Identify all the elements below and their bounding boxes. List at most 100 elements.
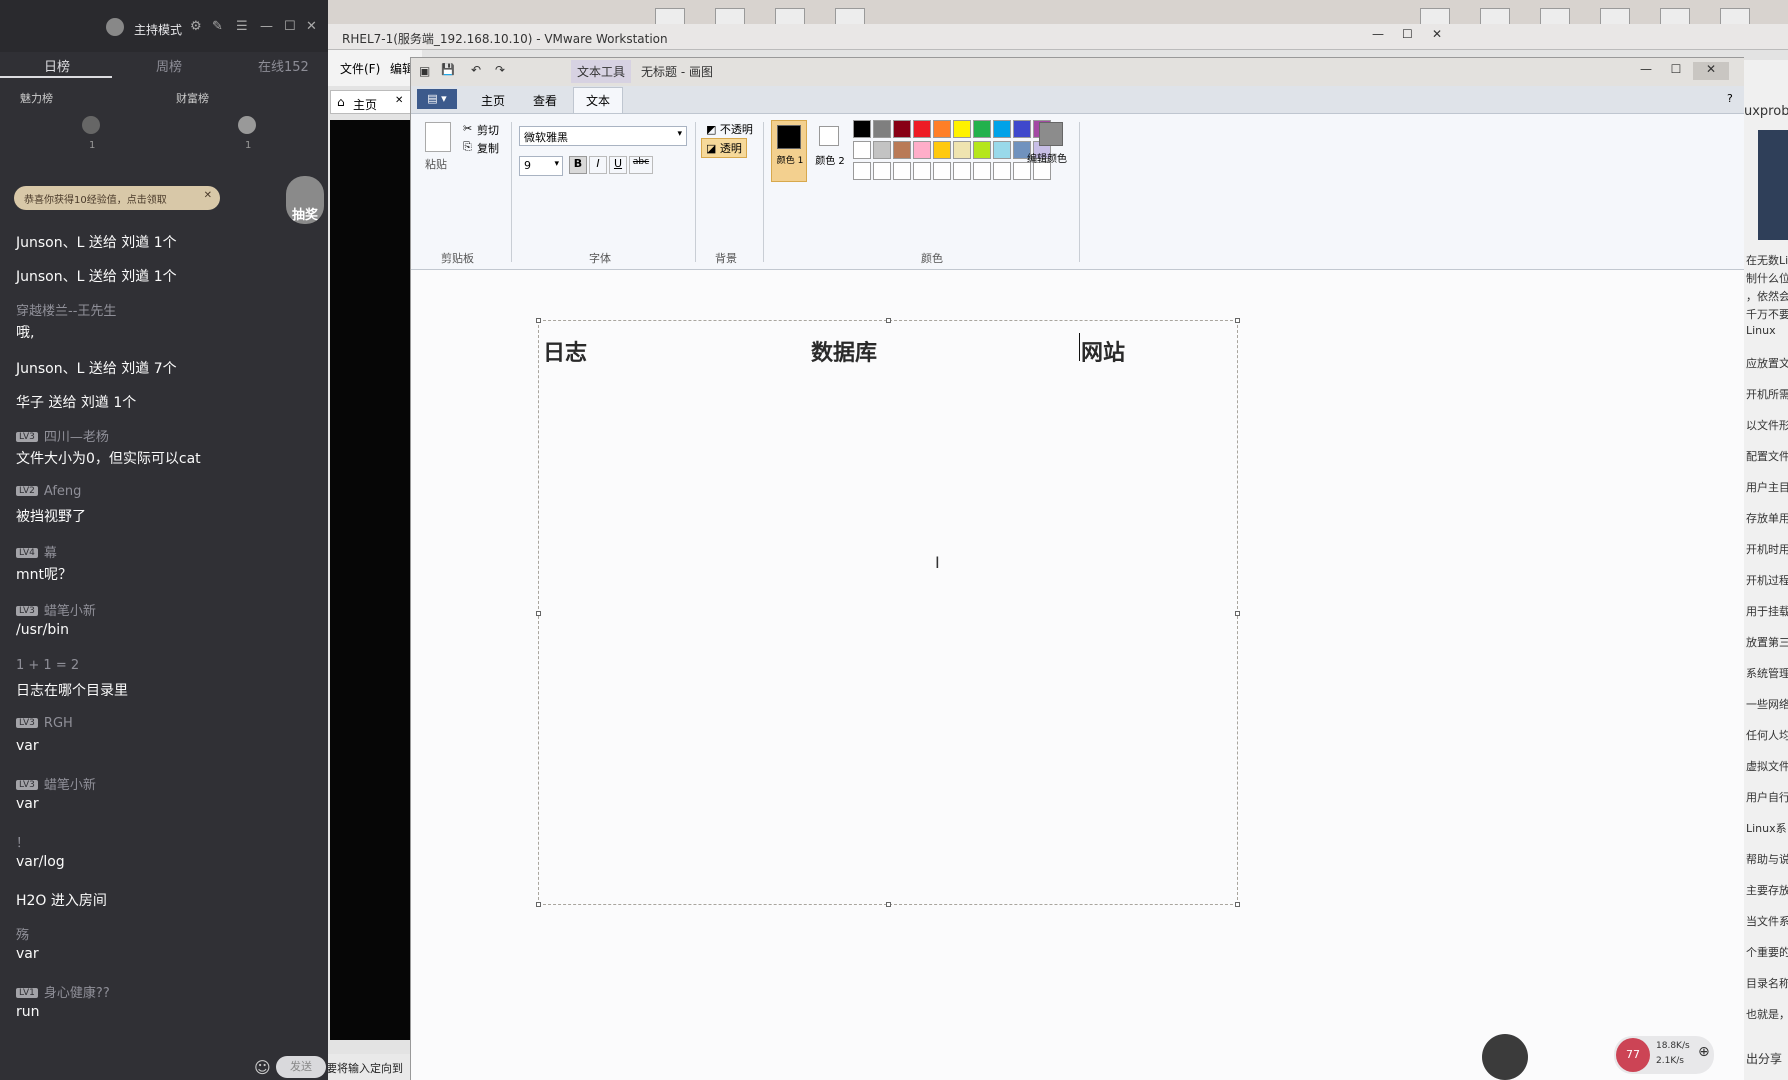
chat-username[interactable]: LV2 Afeng [16, 484, 81, 499]
close-icon[interactable]: ✕ [204, 190, 212, 201]
edit-icon[interactable]: ✎ [212, 19, 223, 34]
font-family-select[interactable]: 微软雅黑 ▾ [519, 126, 687, 146]
emoji-icon[interactable]: ☺ [254, 1058, 271, 1077]
color-swatch[interactable] [873, 141, 891, 159]
resize-handle[interactable] [536, 611, 541, 616]
close-icon[interactable]: ✕ [306, 19, 317, 34]
color-swatch[interactable] [933, 141, 951, 159]
color-swatch[interactable] [953, 120, 971, 138]
close-icon[interactable]: ✕ [1432, 27, 1442, 41]
color-swatch[interactable] [993, 141, 1011, 159]
resize-handle[interactable] [1235, 611, 1240, 616]
color-swatch[interactable] [933, 162, 951, 180]
color-swatch[interactable] [873, 120, 891, 138]
chat-username[interactable]: LV3 四川—老杨 [16, 426, 109, 445]
color-swatch[interactable] [853, 162, 871, 180]
chat-username[interactable]: 穿越楼兰--王先生 [16, 300, 116, 319]
tab-weekly[interactable]: 周榜 [156, 56, 182, 75]
color-swatch[interactable] [913, 120, 931, 138]
color-swatch[interactable] [893, 162, 911, 180]
color1-button[interactable]: 颜色 1 [771, 120, 807, 182]
resize-handle[interactable] [536, 318, 541, 323]
menu-icon[interactable]: ☰ [236, 19, 248, 34]
maximize-icon[interactable]: ☐ [1402, 27, 1413, 41]
minimize-icon[interactable]: — [1633, 62, 1659, 80]
tab-home[interactable]: ⌂ 主页 ✕ [330, 90, 412, 114]
edit-colors-button[interactable]: 编辑颜色 [1027, 122, 1071, 165]
chat-username[interactable]: 1 + 1 = 2 [16, 658, 79, 673]
charm-rank-label[interactable]: 魅力榜 [20, 90, 53, 106]
resize-handle[interactable] [1235, 318, 1240, 323]
color-swatch[interactable] [873, 162, 891, 180]
redo-icon[interactable]: ↷ [495, 63, 505, 77]
vm-console[interactable] [330, 120, 410, 1040]
resize-handle[interactable] [886, 318, 891, 323]
host-mode-label[interactable]: 主持模式 [134, 21, 182, 38]
underline-button[interactable]: U [609, 156, 627, 174]
close-tab-icon[interactable]: ✕ [395, 95, 403, 106]
share-label[interactable]: 出分享 [1746, 1050, 1782, 1067]
color-swatch[interactable] [893, 141, 911, 159]
color-swatch[interactable] [973, 120, 991, 138]
color-swatch[interactable] [993, 120, 1011, 138]
chat-message: run [16, 1004, 40, 1020]
chat-username[interactable]: LV3 RGH [16, 716, 73, 731]
color-swatch[interactable] [953, 141, 971, 159]
color-swatch[interactable] [893, 120, 911, 138]
color-swatch[interactable] [853, 141, 871, 159]
chat-username[interactable]: LV3 蜡笔小新 [16, 774, 96, 793]
opaque-button[interactable]: ◩ 不透明 [703, 120, 756, 138]
chat-username[interactable]: LV4 幕 [16, 542, 57, 561]
close-icon[interactable]: ✕ [1693, 62, 1729, 80]
paste-button[interactable]: 粘贴 [425, 156, 447, 172]
color-swatch[interactable] [853, 120, 871, 138]
net-speed-widget[interactable]: 77 18.8K/s 2.1K/s ⊕ [1614, 1036, 1714, 1074]
chat-username[interactable]: LV3 蜡笔小新 [16, 600, 96, 619]
wealth-rank-label[interactable]: 财富榜 [176, 90, 209, 106]
bold-button[interactable]: B [569, 156, 587, 174]
save-icon[interactable]: 💾 [441, 63, 455, 76]
send-button[interactable]: 发送 [276, 1056, 326, 1078]
maximize-icon[interactable]: ☐ [284, 19, 296, 34]
color-swatch[interactable] [933, 120, 951, 138]
lottery-button[interactable]: 抽奖 [286, 176, 324, 224]
reward-notice[interactable]: 恭喜你获得10经验值，点击领取 ✕ [14, 186, 220, 210]
menu-file[interactable]: 文件(F) [340, 60, 380, 77]
transparent-button[interactable]: ◪ 透明 [701, 138, 747, 158]
maximize-icon[interactable]: ☐ [1663, 62, 1689, 80]
color-swatch[interactable] [1013, 120, 1031, 138]
font-size-select[interactable]: 9 ▾ [519, 156, 563, 176]
tab-home[interactable]: 主页 [481, 92, 505, 109]
settings-icon[interactable]: ⚙ [190, 19, 202, 34]
color-swatch[interactable] [913, 141, 931, 159]
cut-button[interactable]: 剪切 [477, 122, 499, 138]
chat-username[interactable]: 殇 [16, 924, 29, 943]
paint-menu-button[interactable]: ▤ ▾ [417, 89, 457, 109]
copy-button[interactable]: 复制 [477, 140, 499, 156]
resize-handle[interactable] [536, 902, 541, 907]
color-swatch[interactable] [913, 162, 931, 180]
font-group-label: 字体 [589, 252, 611, 265]
plus-icon[interactable]: ⊕ [1698, 1044, 1710, 1060]
tab-daily[interactable]: 日榜 [44, 56, 70, 75]
strikethrough-button[interactable]: abc [629, 156, 653, 174]
resize-handle[interactable] [886, 902, 891, 907]
tab-view[interactable]: 查看 [533, 92, 557, 109]
help-icon[interactable]: ? [1727, 92, 1733, 105]
color-swatch[interactable] [993, 162, 1011, 180]
color-swatch[interactable] [973, 141, 991, 159]
color-swatch[interactable] [953, 162, 971, 180]
italic-button[interactable]: I [589, 156, 607, 174]
color2-button[interactable]: 颜色 2 [813, 120, 847, 182]
tab-online[interactable]: 在线152 [258, 56, 309, 75]
resize-handle[interactable] [1235, 902, 1240, 907]
tab-text[interactable]: 文本 [573, 87, 624, 113]
undo-icon[interactable]: ↶ [471, 63, 481, 77]
chat-username[interactable]: ！ [16, 832, 29, 851]
paste-icon[interactable] [425, 122, 451, 152]
color-swatch[interactable] [973, 162, 991, 180]
minimize-icon[interactable]: — [1372, 27, 1384, 41]
minimize-icon[interactable]: — [260, 19, 273, 34]
chat-username[interactable]: LV1 身心健康?? [16, 982, 110, 1001]
text-box[interactable]: 日志 数据库 网站 I [536, 318, 1240, 907]
